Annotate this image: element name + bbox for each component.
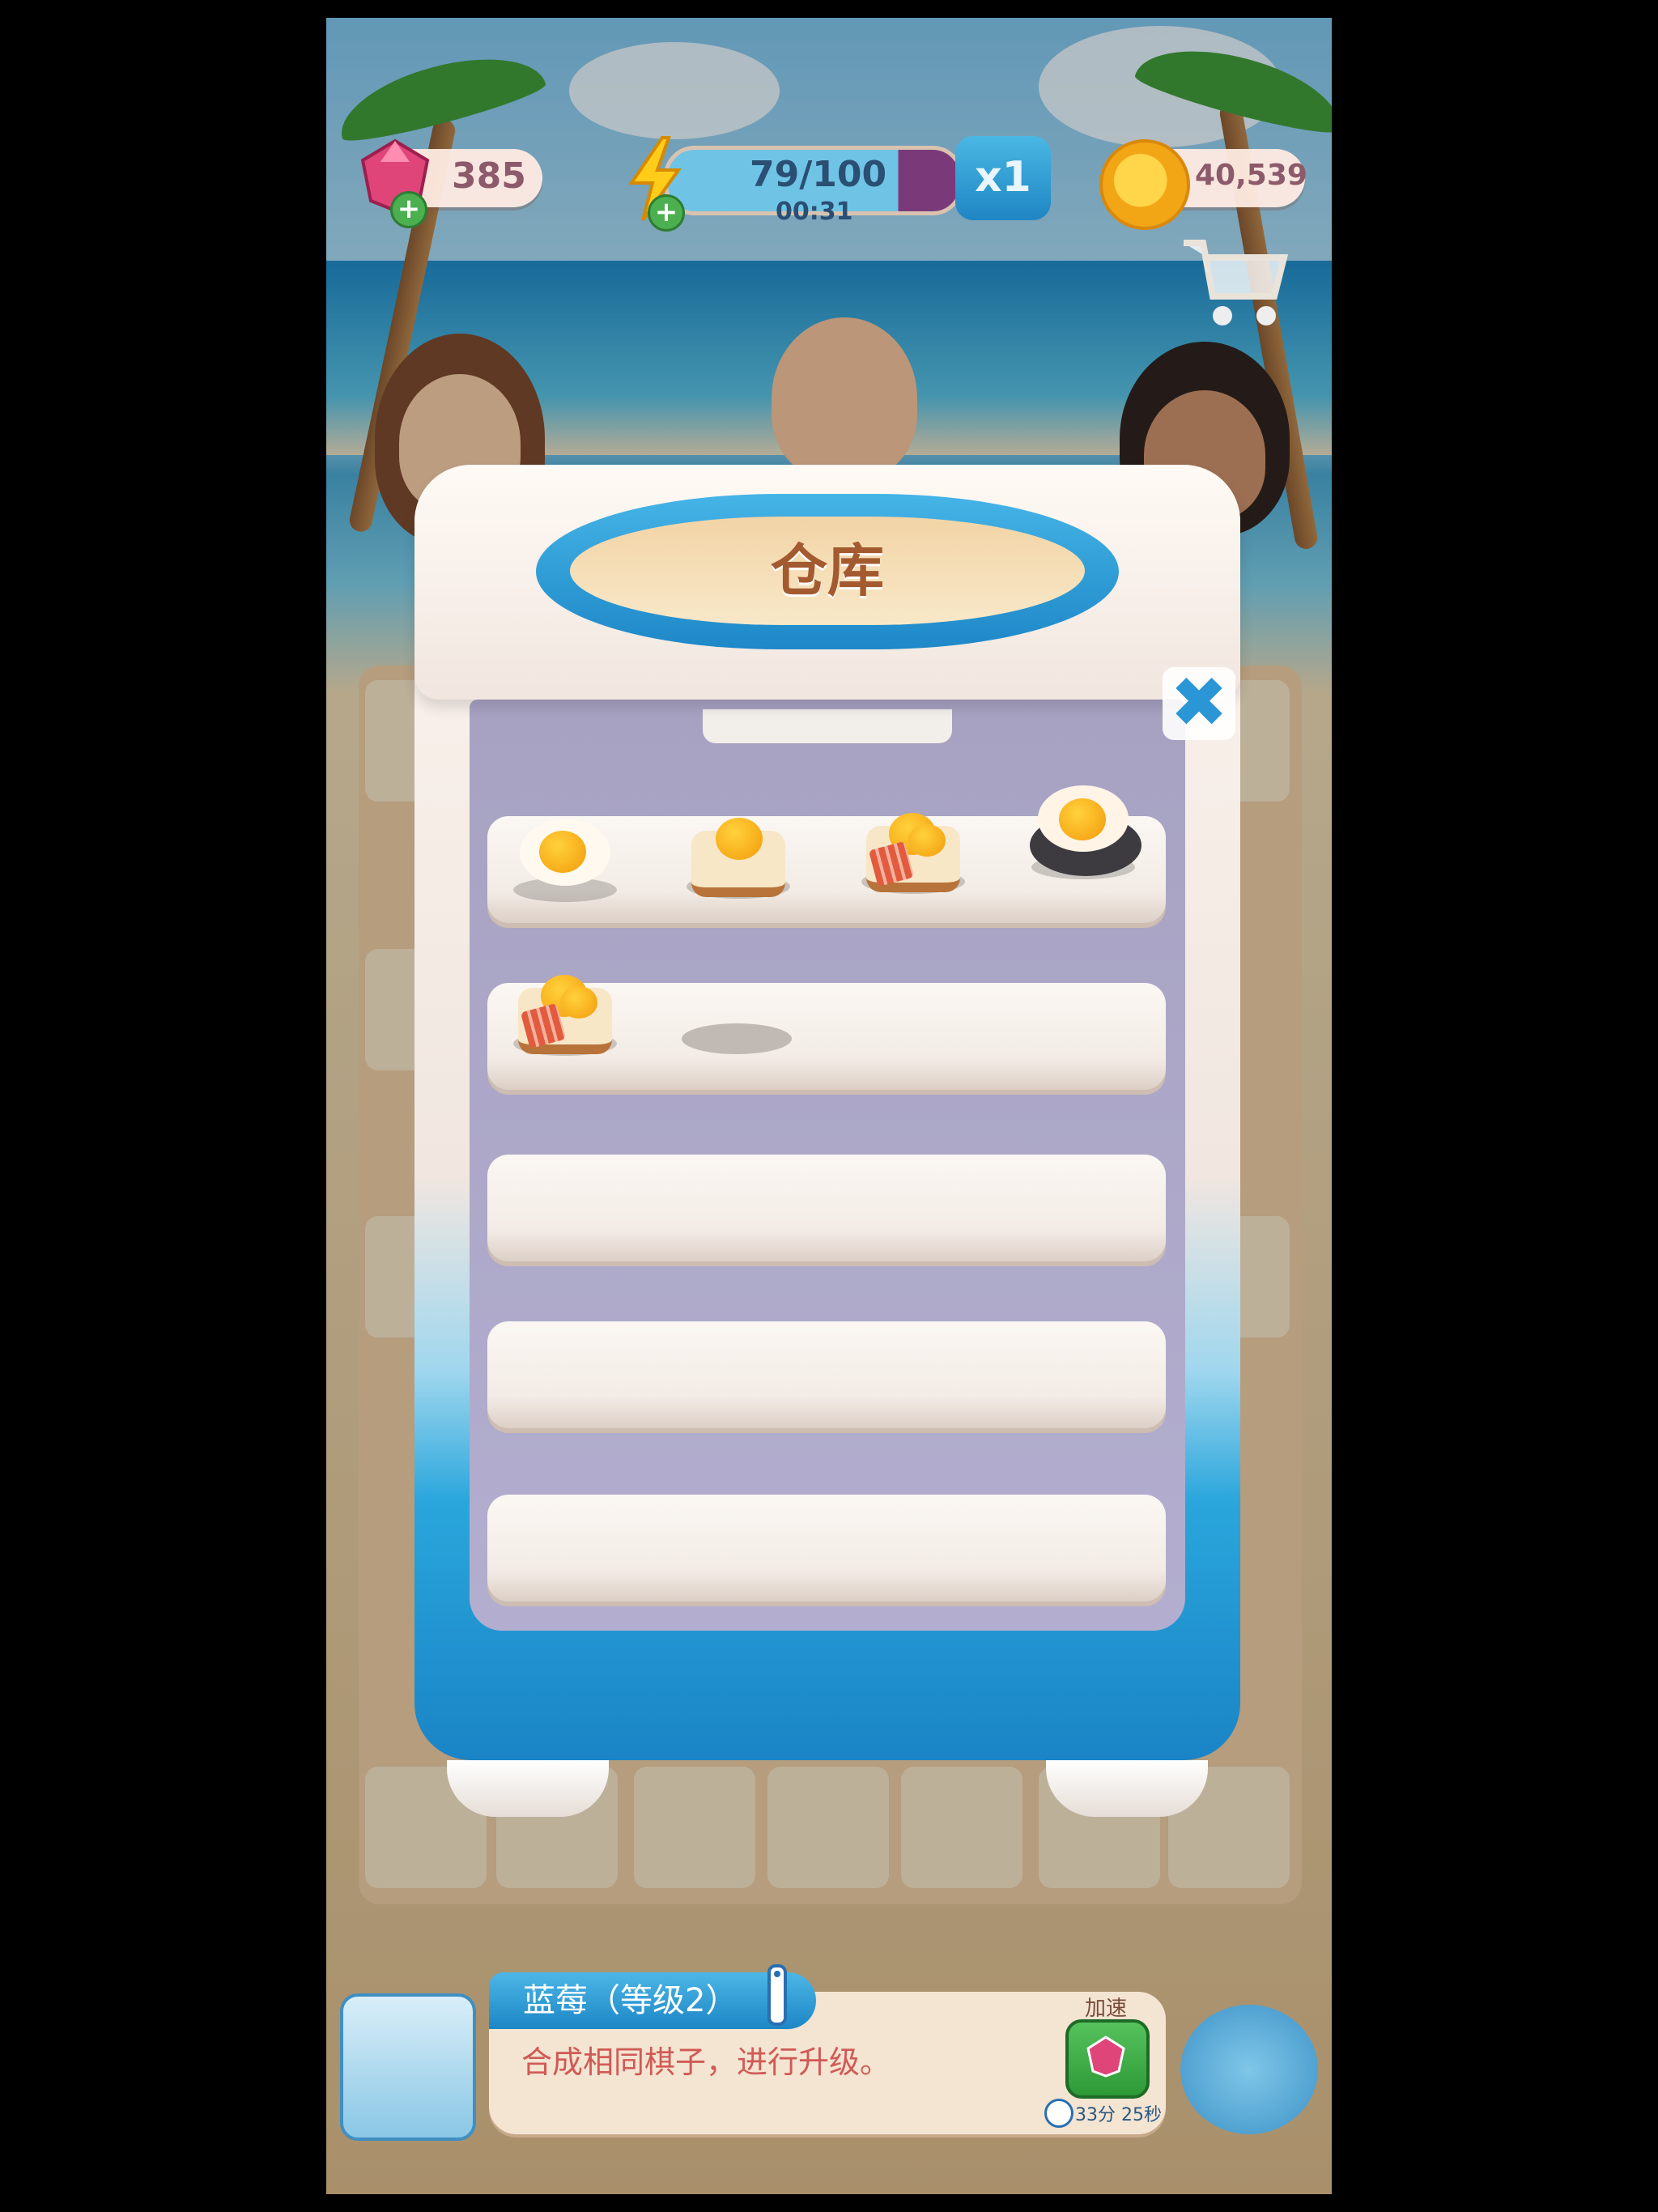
add-energy-button[interactable]: +: [648, 194, 685, 232]
modal-title: 仓库: [570, 517, 1085, 625]
speed-up-button[interactable]: [1065, 2019, 1150, 2099]
shelf-4: [487, 1321, 1166, 1428]
fridge-foot: [1046, 1760, 1208, 1817]
stored-item-bacon-egg-toast[interactable]: [857, 797, 970, 894]
shelf-3: [487, 1155, 1166, 1261]
fridge-header: 仓库: [414, 465, 1240, 700]
fridge-handle: [703, 709, 952, 743]
add-gems-button[interactable]: +: [390, 191, 427, 228]
close-button[interactable]: ✖: [1163, 667, 1235, 740]
title-frame: 仓库: [536, 494, 1119, 649]
fridge-foot: [447, 1760, 609, 1817]
stored-item-bacon-egg-toast-2[interactable]: [508, 959, 622, 1056]
clock-icon: [1044, 2099, 1073, 2128]
shop-cart-icon[interactable]: [1179, 235, 1292, 332]
gem-icon: [1086, 2035, 1125, 2078]
energy-multiplier-button[interactable]: x1: [955, 136, 1051, 220]
stored-item-fried-egg[interactable]: [508, 805, 622, 902]
storage-modal: 仓库 ✖: [414, 465, 1240, 1821]
empty-storage-slot[interactable]: [682, 1023, 792, 1054]
coin-icon: [1099, 139, 1190, 230]
coin-count: 40,539: [1195, 159, 1307, 192]
energy-count: 79/100: [750, 154, 887, 195]
energy-timer: 00:31: [776, 198, 853, 226]
stored-item-egg-toast[interactable]: [682, 802, 795, 899]
speed-up-timer: 33分 25秒: [1075, 2105, 1162, 2125]
shelf-5: [487, 1495, 1166, 1602]
gem-count: 385: [452, 155, 526, 197]
stored-item-steak-egg-skillet[interactable]: [1027, 782, 1141, 879]
info-icon[interactable]: [761, 1959, 793, 2029]
item-description: 合成相同棋子，进行升级。: [521, 2044, 891, 2080]
beach-chair-button[interactable]: [1180, 2005, 1318, 2134]
speed-up-label: 加速: [1085, 1997, 1128, 2021]
storage-fridge-button[interactable]: [340, 1993, 476, 2141]
